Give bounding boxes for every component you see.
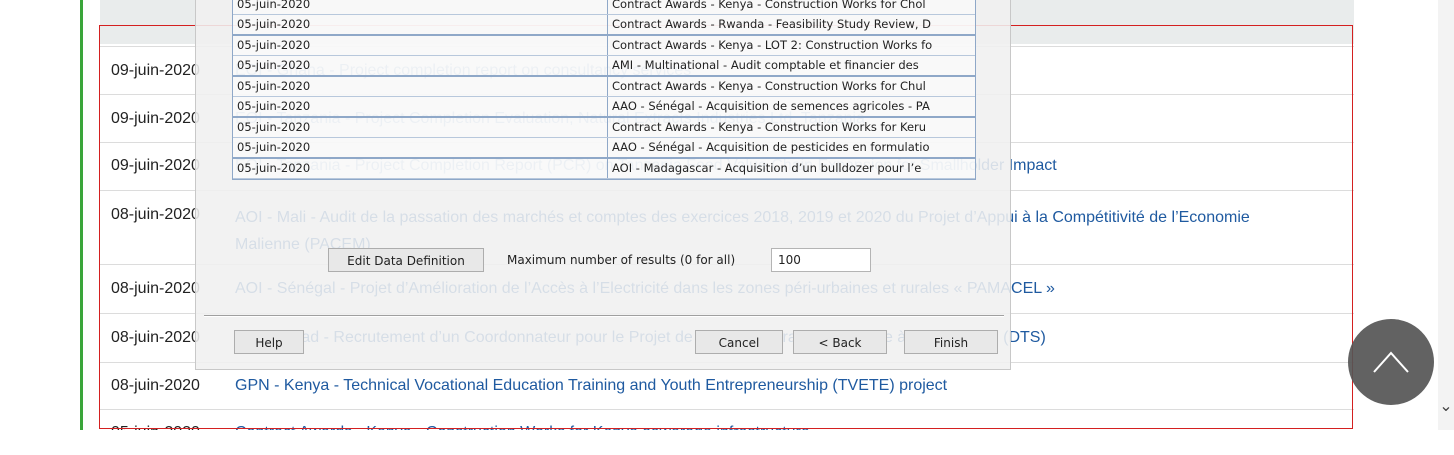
grid-date: 05-juin-2020 <box>233 118 608 137</box>
grid-title: Contract Awards - Kenya - Construction W… <box>612 120 927 134</box>
page-scrollbar[interactable] <box>1438 0 1454 430</box>
cancel-button[interactable]: Cancel <box>695 330 783 354</box>
grid-title: Contract Awards - Rwanda - Feasibility S… <box>612 17 932 31</box>
grid-row[interactable]: 05-juin-2020 AAO - Sénégal - Acquisition … <box>233 138 975 159</box>
grid-row[interactable]: 05-juin-2020 AAO - Sénégal - Acquisition … <box>233 97 975 118</box>
page-bottom-margin <box>0 430 1454 455</box>
grid-row[interactable]: 05-juin-2020 Contract Awards - Rwanda - F… <box>233 15 975 36</box>
grid-date: 05-juin-2020 <box>233 138 608 157</box>
grid-row[interactable]: 05-juin-2020 Contract Awards - Kenya - Co… <box>233 0 975 15</box>
grid-date: 05-juin-2020 <box>233 0 608 14</box>
grid-row[interactable]: 05-juin-2020 Contract Awards - Kenya - LO… <box>233 36 975 56</box>
grid-title: AAO - Sénégal - Acquisition de pesticide… <box>612 140 930 154</box>
grid-title: AOI - Madagascar - Acquisition d’un bull… <box>612 161 922 175</box>
max-results-input[interactable]: 100 <box>771 248 871 272</box>
grid-row[interactable]: 05-juin-2020 AOI - Madagascar - Acquisiti… <box>233 159 975 179</box>
grid-title: AMI - Multinational - Audit comptable et… <box>612 58 919 72</box>
grid-row[interactable]: 05-juin-2020 Contract Awards - Kenya - Co… <box>233 118 975 138</box>
back-button[interactable]: < Back <box>793 330 887 354</box>
preview-grid: 05-juin-2020 Contract Awards - Kenya - Co… <box>232 0 976 180</box>
help-button[interactable]: Help <box>234 330 304 354</box>
grid-title: Contract Awards - Kenya - Construction W… <box>612 79 926 93</box>
data-wizard-dialog: 05-juin-2020 Contract Awards - Kenya - Co… <box>195 0 1011 370</box>
grid-row[interactable]: 05-juin-2020 AMI - Multinational - Audit … <box>233 56 975 77</box>
grid-date: 05-juin-2020 <box>233 15 608 34</box>
grid-title: Contract Awards - Kenya - LOT 2: Constru… <box>612 38 933 52</box>
grid-date: 05-juin-2020 <box>233 77 608 96</box>
dialog-separator <box>204 315 1004 317</box>
grid-date: 05-juin-2020 <box>233 56 608 75</box>
grid-title: Contract Awards - Kenya - Construction W… <box>612 0 926 11</box>
finish-button[interactable]: Finish <box>904 330 998 354</box>
max-results-label: Maximum number of results (0 for all) <box>507 253 736 267</box>
grid-date: 05-juin-2020 <box>233 97 608 116</box>
edit-data-definition-button[interactable]: Edit Data Definition <box>328 248 484 272</box>
chevron-up-icon <box>1373 351 1409 373</box>
grid-row[interactable]: 05-juin-2020 Contract Awards - Kenya - Co… <box>233 77 975 97</box>
grid-date: 05-juin-2020 <box>233 159 608 178</box>
left-accent-rule <box>80 0 83 430</box>
grid-title: AAO - Sénégal - Acquisition de semences … <box>612 99 930 113</box>
chevron-down-icon[interactable]: ⌄ <box>1438 396 1454 418</box>
scroll-to-top-button[interactable] <box>1348 319 1434 405</box>
grid-date: 05-juin-2020 <box>233 36 608 55</box>
